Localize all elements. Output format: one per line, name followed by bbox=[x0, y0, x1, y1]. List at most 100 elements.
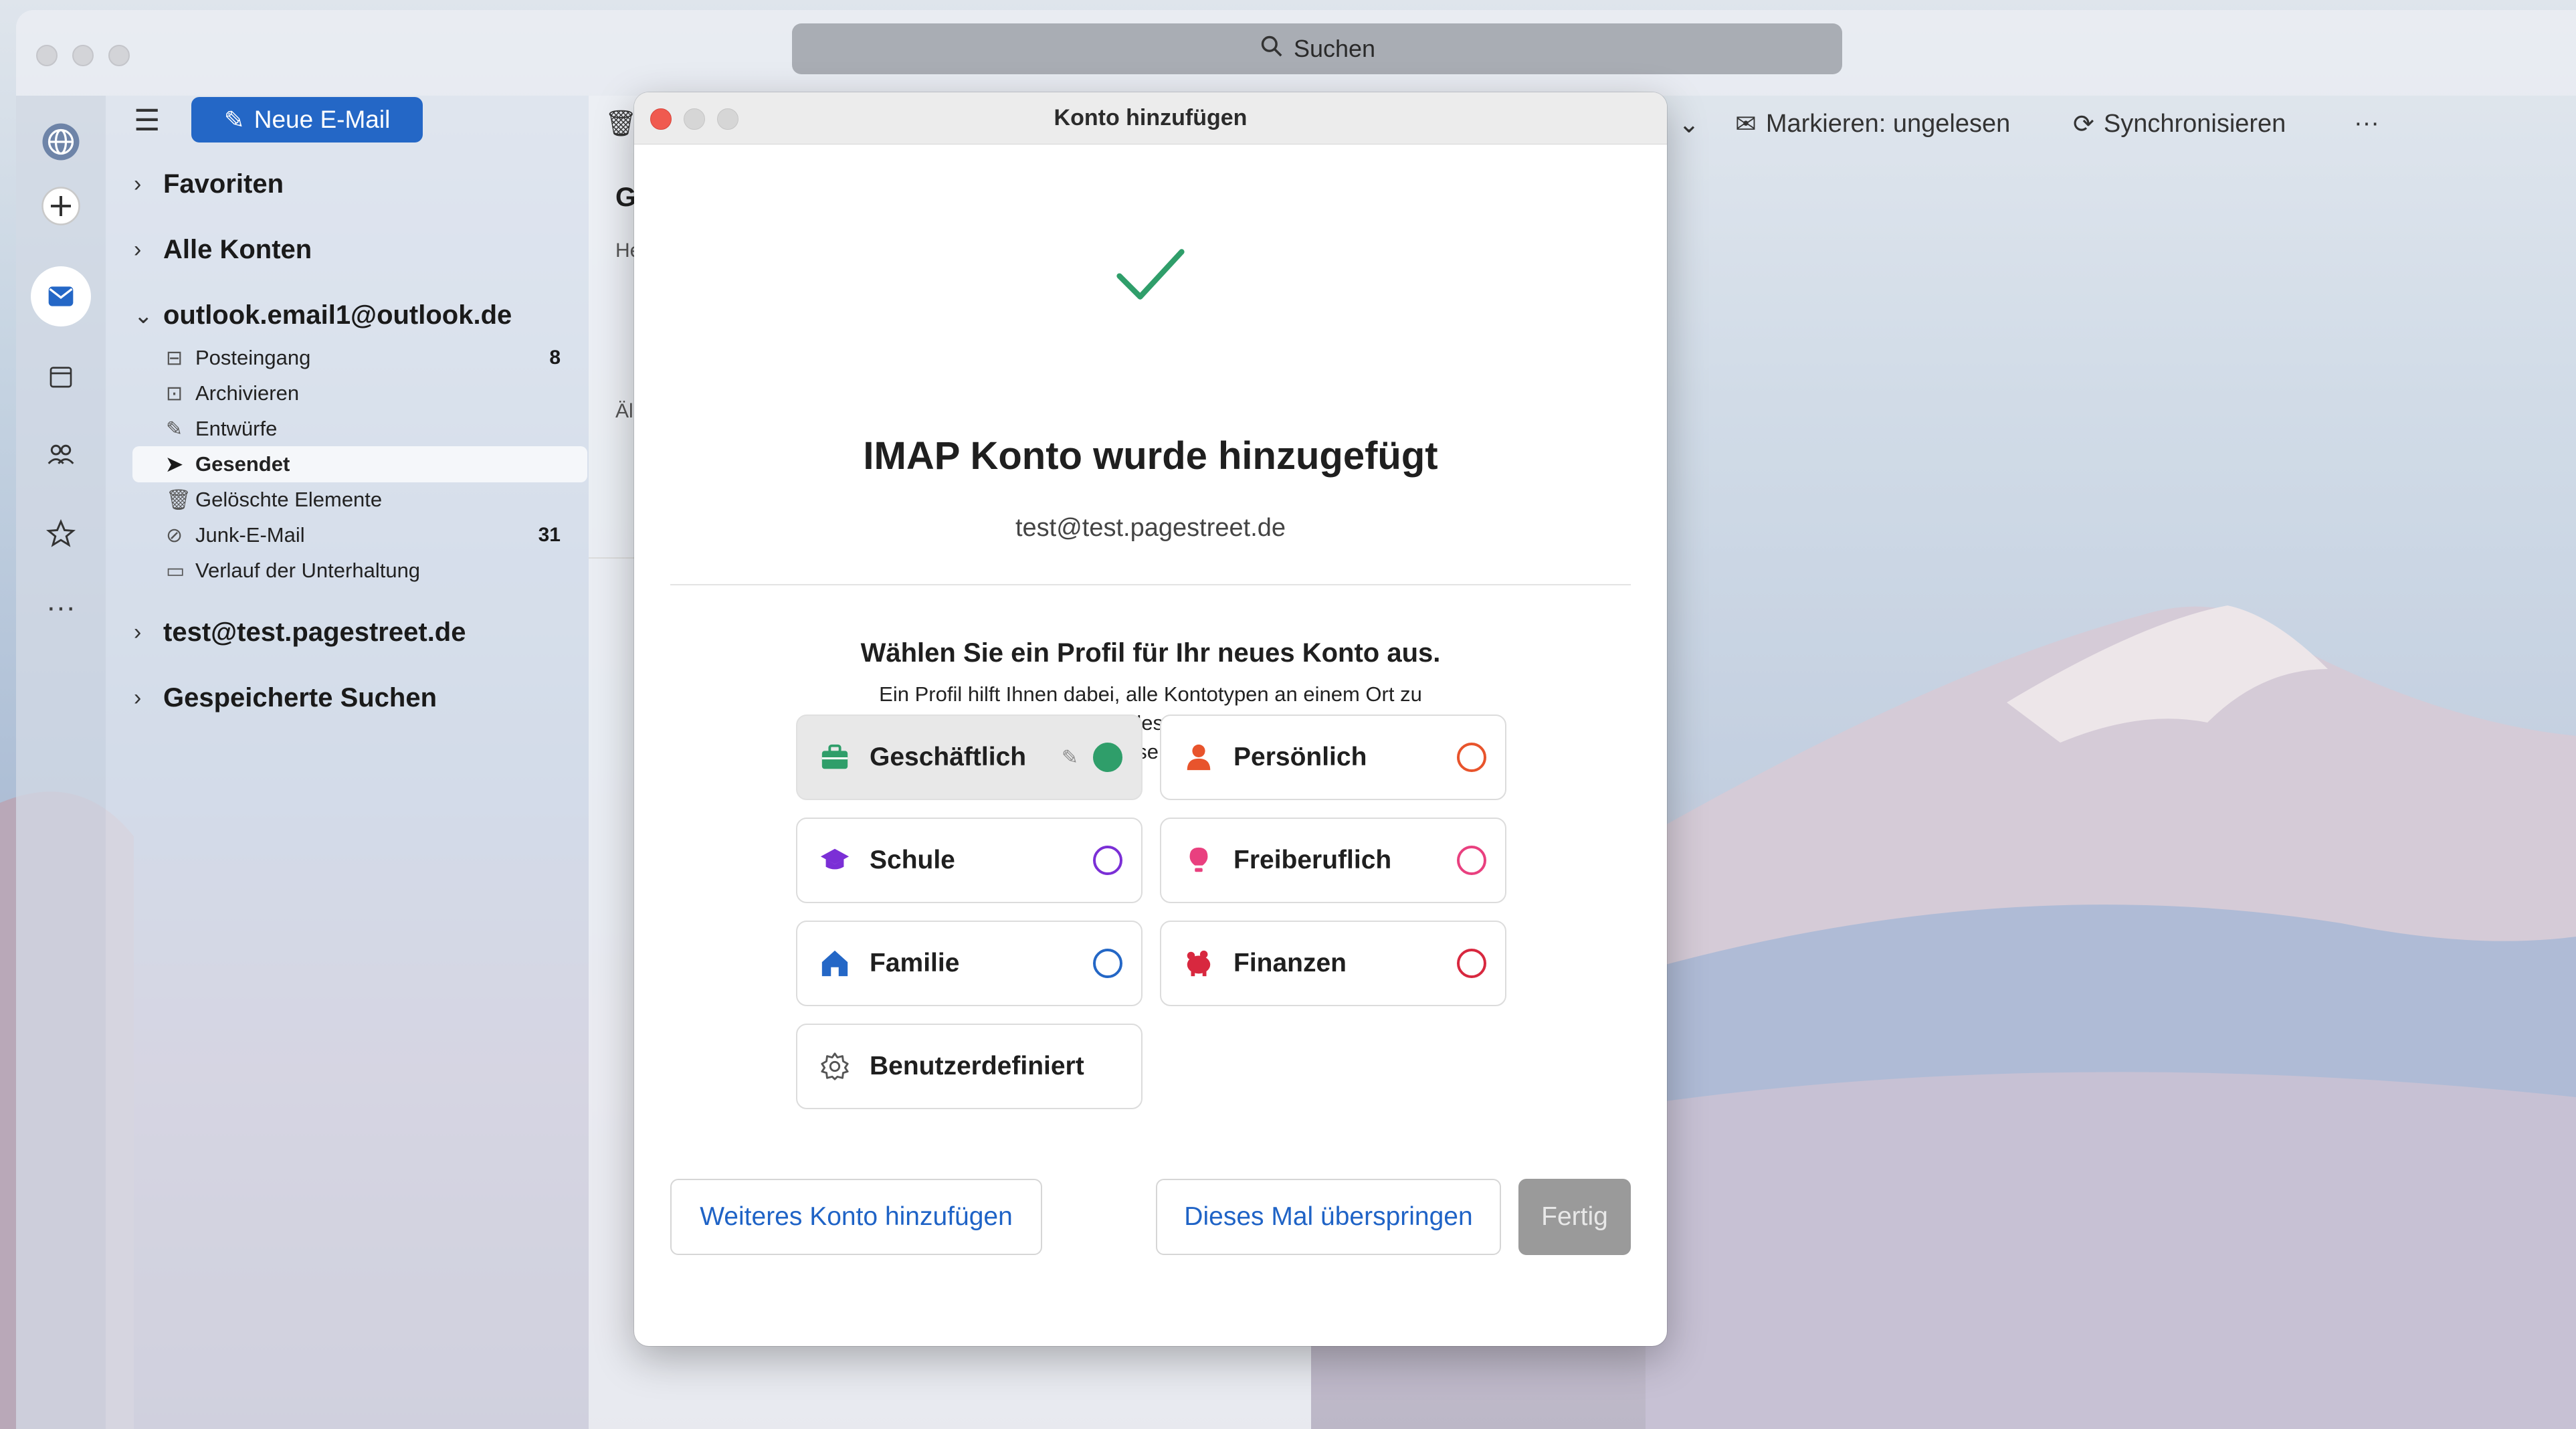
profile-label: Finanzen bbox=[1233, 949, 1347, 977]
profile-label: Schule bbox=[870, 846, 955, 874]
favorites-group[interactable]: › Favoriten bbox=[134, 169, 284, 199]
gear-icon bbox=[816, 1048, 854, 1085]
account-email: test@test.pagestreet.de bbox=[1015, 514, 1286, 542]
star-icon[interactable] bbox=[31, 504, 91, 564]
new-mail-label: Neue E-Mail bbox=[254, 106, 391, 133]
inbox-icon: ⊟ bbox=[166, 347, 183, 369]
search-bar[interactable]: Suchen bbox=[792, 23, 1842, 74]
edit-pencil-icon[interactable]: ✎ bbox=[1062, 746, 1078, 769]
profile-radio[interactable] bbox=[1093, 949, 1122, 978]
account-label: outlook.email1@outlook.de bbox=[163, 300, 512, 330]
menu-icon[interactable]: ☰ bbox=[134, 104, 160, 138]
dialog-close-button[interactable] bbox=[650, 108, 672, 130]
add-account-icon[interactable] bbox=[31, 176, 91, 236]
window-minimize-button[interactable] bbox=[72, 45, 94, 66]
folder-label: Gesendet bbox=[195, 452, 290, 476]
folder-drafts[interactable]: ✎ Entwürfe bbox=[166, 411, 561, 447]
second-account-label: test@test.pagestreet.de bbox=[163, 617, 466, 647]
profile-option-school[interactable]: Schule bbox=[796, 818, 1143, 903]
dialog-title-bar: Konto hinzufügen bbox=[634, 92, 1667, 145]
account-group[interactable]: ⌄ outlook.email1@outlook.de bbox=[134, 300, 512, 330]
success-checkmark-icon bbox=[1116, 249, 1185, 300]
folder-archive[interactable]: ⊡ Archivieren bbox=[166, 375, 561, 411]
envelope-icon: ✉ bbox=[1735, 110, 1757, 138]
folder-sent[interactable]: ➤ Gesendet bbox=[132, 446, 587, 482]
profile-description-line: Ein Profil hilft Ihnen dabei, alle Konto… bbox=[879, 682, 1422, 706]
mail-icon[interactable] bbox=[31, 266, 91, 326]
folder-icon: ▭ bbox=[166, 559, 185, 582]
profile-label: Geschäftlich bbox=[870, 743, 1027, 771]
piggy-bank-icon bbox=[1180, 945, 1217, 982]
saved-searches-label: Gespeicherte Suchen bbox=[163, 683, 437, 712]
add-account-dialog: Konto hinzufügen IMAP Konto wurde hinzug… bbox=[634, 92, 1667, 1346]
calendar-icon[interactable] bbox=[31, 347, 91, 407]
folder-sidebar: › Favoriten › Alle Konten ⌄ outlook.email1@… bbox=[106, 96, 589, 1429]
trash-icon: 🗑︎ bbox=[166, 488, 192, 511]
dialog-zoom-button[interactable] bbox=[717, 108, 738, 130]
profile-option-family[interactable]: Familie bbox=[796, 921, 1143, 1006]
unread-count: 8 bbox=[549, 347, 561, 369]
profile-radio[interactable] bbox=[1457, 743, 1486, 772]
unread-count: 31 bbox=[538, 524, 561, 546]
search-label: Suchen bbox=[1293, 35, 1376, 62]
profile-option-business[interactable]: Geschäftlich ✎ bbox=[796, 714, 1143, 800]
profile-option-custom[interactable]: Benutzerdefiniert bbox=[796, 1024, 1143, 1109]
chevron-right-icon: › bbox=[134, 237, 142, 262]
folder-label: Gelöschte Elemente bbox=[195, 488, 383, 511]
list-header: G bbox=[615, 183, 637, 212]
profile-option-finance[interactable]: Finanzen bbox=[1160, 921, 1506, 1006]
title-bar: Suchen bbox=[16, 10, 2576, 96]
profile-label: Persönlich bbox=[1233, 743, 1367, 771]
pencil-icon: ✎ bbox=[166, 417, 183, 440]
folder-label: Entwürfe bbox=[195, 417, 278, 440]
profile-option-personal[interactable]: Persönlich bbox=[1160, 714, 1506, 800]
window-zoom-button[interactable] bbox=[108, 45, 130, 66]
toolbar-chevron-down-icon[interactable]: ⌄ bbox=[1678, 109, 1700, 139]
graduation-cap-icon bbox=[816, 842, 854, 879]
profile-label: Freiberuflich bbox=[1233, 846, 1392, 874]
dialog-minimize-button[interactable] bbox=[684, 108, 705, 130]
sync-button[interactable]: ⟳ Synchronisieren bbox=[2073, 109, 2286, 139]
profile-label: Benutzerdefiniert bbox=[870, 1052, 1084, 1080]
delete-toolbar-icon[interactable]: 🗑︎ bbox=[605, 109, 637, 138]
folder-label: Archivieren bbox=[195, 381, 300, 405]
profile-radio-selected[interactable] bbox=[1093, 743, 1122, 772]
dialog-divider bbox=[670, 584, 1631, 585]
sync-label: Synchronisieren bbox=[2103, 110, 2286, 138]
mark-unread-button[interactable]: ✉ Markieren: ungelesen bbox=[1735, 109, 2010, 139]
lightbulb-icon bbox=[1180, 842, 1217, 879]
dialog-title: Konto hinzufügen bbox=[1054, 105, 1248, 130]
all-accounts-group[interactable]: › Alle Konten bbox=[134, 235, 312, 265]
globe-account-icon[interactable] bbox=[31, 112, 91, 172]
profile-heading: Wählen Sie ein Profil für Ihr neues Kont… bbox=[860, 638, 1441, 668]
house-icon bbox=[816, 945, 854, 982]
new-mail-button[interactable]: ✎ Neue E-Mail bbox=[191, 97, 423, 142]
favorites-label: Favoriten bbox=[163, 169, 284, 199]
all-accounts-label: Alle Konten bbox=[163, 235, 312, 264]
success-title: IMAP Konto wurde hinzugefügt bbox=[863, 434, 1438, 478]
folder-junk[interactable]: ⊘ Junk-E-Mail 31 bbox=[166, 517, 561, 553]
window-close-button[interactable] bbox=[36, 45, 58, 66]
person-icon bbox=[1180, 739, 1217, 776]
profile-radio[interactable] bbox=[1093, 846, 1122, 875]
skip-button[interactable]: Dieses Mal überspringen bbox=[1156, 1179, 1501, 1255]
folder-label: Posteingang bbox=[195, 346, 311, 369]
saved-searches-group[interactable]: › Gespeicherte Suchen bbox=[134, 683, 437, 713]
app-rail: ··· bbox=[16, 96, 106, 1429]
search-icon bbox=[1259, 33, 1284, 65]
second-account-group[interactable]: › test@test.pagestreet.de bbox=[134, 617, 466, 648]
folder-inbox[interactable]: ⊟ Posteingang 8 bbox=[166, 340, 561, 376]
profile-radio[interactable] bbox=[1457, 846, 1486, 875]
sync-icon: ⟳ bbox=[2073, 110, 2094, 138]
folder-deleted[interactable]: 🗑︎ Gelöschte Elemente bbox=[166, 482, 561, 518]
done-button[interactable]: Fertig bbox=[1518, 1179, 1631, 1255]
archive-icon: ⊡ bbox=[166, 382, 183, 405]
people-icon[interactable] bbox=[31, 425, 91, 485]
more-apps-icon[interactable]: ··· bbox=[31, 577, 91, 638]
chevron-down-icon: ⌄ bbox=[134, 302, 153, 328]
add-another-account-button[interactable]: Weiteres Konto hinzufügen bbox=[670, 1179, 1042, 1255]
more-actions-button[interactable]: ··· bbox=[2354, 109, 2379, 138]
profile-radio[interactable] bbox=[1457, 949, 1486, 978]
folder-conversation-history[interactable]: ▭ Verlauf der Unterhaltung bbox=[166, 553, 561, 589]
profile-option-freelance[interactable]: Freiberuflich bbox=[1160, 818, 1506, 903]
